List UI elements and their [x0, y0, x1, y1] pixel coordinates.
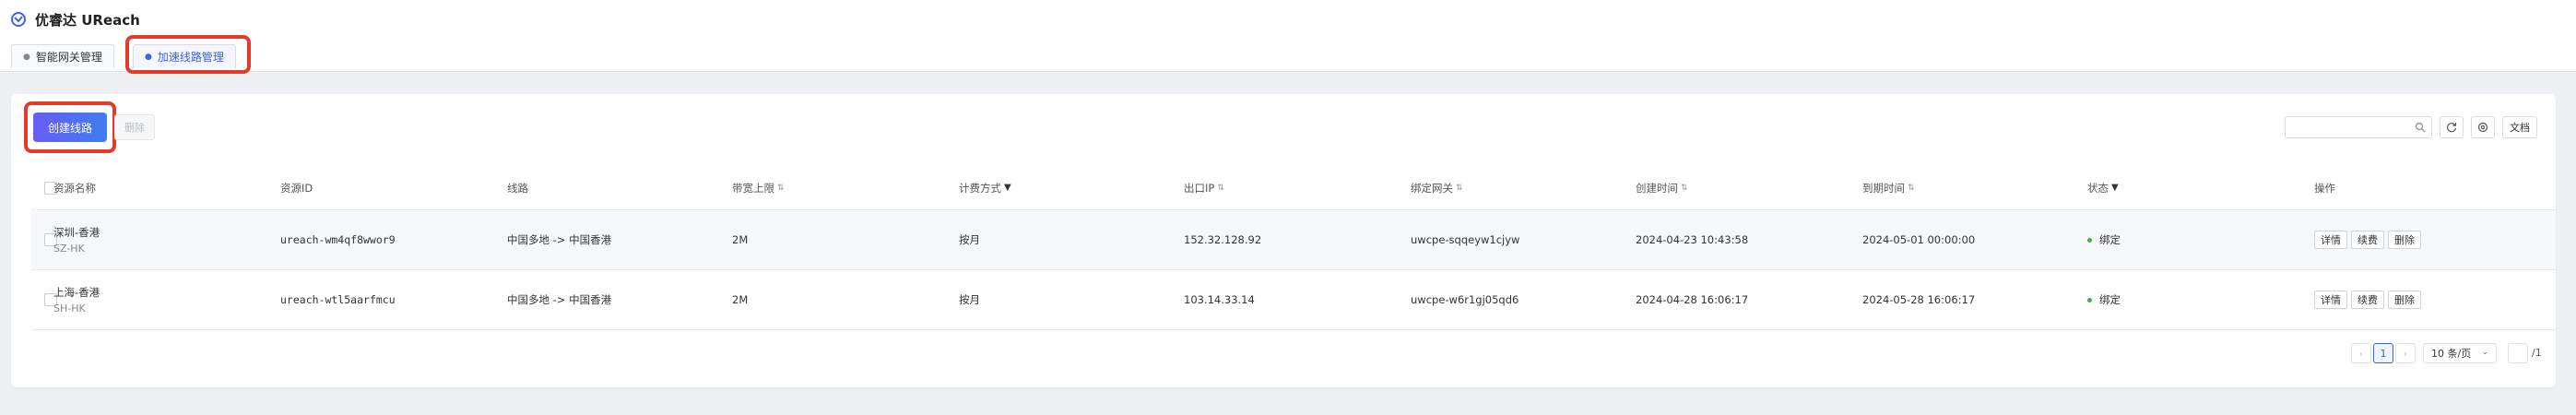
highlight-annotation-tab	[125, 35, 251, 74]
expires-time: 2024-05-28 16:06:17	[1862, 293, 1976, 306]
status-label: 绑定	[2099, 293, 2121, 306]
col-bandwidth-header[interactable]: 带宽上限 ⇅	[732, 166, 785, 209]
next-page-button[interactable]: ›	[2395, 343, 2416, 363]
col-created-header[interactable]: 创建时间 ⇅	[1636, 166, 1688, 209]
chevron-down-icon: ⌄	[2481, 348, 2488, 357]
egress-ip: 103.14.33.14	[1184, 293, 1255, 306]
brand: 优睿达 UReach	[11, 11, 140, 29]
details-button[interactable]: 详情	[2314, 231, 2347, 249]
sort-icon: ⇅	[1456, 183, 1463, 193]
col-route-header: 线路	[507, 181, 528, 195]
billing: 按月	[959, 293, 980, 306]
filter-icon: ▼	[1004, 183, 1011, 193]
status-dot-icon	[2087, 297, 2092, 302]
sort-icon: ⇅	[1681, 183, 1688, 193]
renew-button[interactable]: 续费	[2351, 290, 2384, 309]
top-bar: 优睿达 UReach ● 智能网关管理 ● 加速线路管理	[0, 0, 2576, 74]
search-icon[interactable]	[2415, 122, 2426, 133]
prev-page-button[interactable]: ‹	[2351, 343, 2371, 363]
col-name-header: 资源名称	[53, 181, 96, 195]
created-time: 2024-04-28 16:06:17	[1636, 293, 1749, 306]
status-badge: 绑定	[2087, 210, 2121, 269]
col-id-header: 资源ID	[280, 181, 313, 195]
main-panel: 创建线路 删除 文档 资源名称 资源ID 线路 带宽上限 ⇅ 计费方式 ▼ 出口IP…	[11, 94, 2556, 387]
resource-name[interactable]: 上海-香港	[53, 285, 100, 300]
row-delete-button[interactable]: 删除	[2388, 290, 2421, 309]
gear-icon	[2477, 122, 2488, 133]
table-row: 深圳-香港 SZ-HK ureach-wm4qf8wwor9 中国多地 -> 中…	[31, 210, 2556, 270]
docs-button[interactable]: 文档	[2502, 116, 2537, 138]
highlight-annotation-create	[24, 101, 116, 153]
row-delete-button[interactable]: 删除	[2388, 231, 2421, 249]
tab-gateway-management[interactable]: ● 智能网关管理	[11, 44, 114, 68]
egress-ip: 152.32.128.92	[1184, 233, 1262, 246]
status-badge: 绑定	[2087, 270, 2121, 329]
delete-button[interactable]: 删除	[114, 114, 155, 140]
status-label: 绑定	[2099, 233, 2121, 246]
resource-code: SH-HK	[53, 302, 86, 314]
renew-button[interactable]: 续费	[2351, 231, 2384, 249]
resource-name[interactable]: 深圳-香港	[53, 225, 100, 240]
row-actions: 详情 续费 删除	[2314, 210, 2425, 269]
billing: 按月	[959, 233, 980, 246]
gateway: uwcpe-sqqeyw1cjyw	[1411, 233, 1520, 246]
col-billing-header[interactable]: 计费方式 ▼	[959, 166, 1011, 209]
refresh-button[interactable]	[2440, 116, 2464, 138]
gateway: uwcpe-w6r1gj05qd6	[1411, 293, 1519, 306]
sort-icon: ⇅	[777, 183, 785, 193]
route: 中国多地 -> 中国香港	[507, 293, 612, 306]
details-button[interactable]: 详情	[2314, 290, 2347, 309]
app-title: 优睿达 UReach	[35, 11, 140, 29]
table-row: 上海-香港 SH-HK ureach-wtl5aarfmcu 中国多地 -> 中…	[31, 270, 2556, 330]
col-gateway-header[interactable]: 绑定网关 ⇅	[1411, 166, 1463, 209]
bandwidth: 2M	[732, 293, 749, 306]
table-header: 资源名称 资源ID 线路 带宽上限 ⇅ 计费方式 ▼ 出口IP ⇅ 绑定网关 ⇅ 创建时…	[31, 166, 2556, 210]
page-size-label: 10 条/页	[2431, 348, 2472, 360]
col-ip-header[interactable]: 出口IP ⇅	[1184, 166, 1224, 209]
refresh-icon	[2446, 123, 2457, 133]
expires-time: 2024-05-01 00:00:00	[1862, 233, 1976, 246]
resource-id: ureach-wtl5aarfmcu	[280, 293, 396, 306]
sort-icon: ⇅	[1217, 183, 1224, 193]
col-expires-header[interactable]: 到期时间 ⇅	[1862, 166, 1915, 209]
tab-dot-icon: ●	[23, 52, 30, 62]
route: 中国多地 -> 中国香港	[507, 233, 612, 246]
resource-code: SZ-HK	[53, 243, 85, 255]
created-time: 2024-04-23 10:43:58	[1636, 233, 1749, 246]
settings-button[interactable]	[2471, 116, 2495, 138]
current-page-button[interactable]: 1	[2373, 343, 2393, 363]
filter-icon: ▼	[2111, 183, 2119, 193]
resource-id: ureach-wm4qf8wwor9	[280, 233, 396, 246]
page-size-select[interactable]: 10 条/页 ⌄	[2423, 343, 2497, 363]
col-actions-header: 操作	[2314, 181, 2335, 195]
row-actions: 详情 续费 删除	[2314, 270, 2425, 329]
search-input[interactable]	[2285, 116, 2432, 138]
ureach-logo-icon	[11, 12, 26, 27]
lines-table: 资源名称 资源ID 线路 带宽上限 ⇅ 计费方式 ▼ 出口IP ⇅ 绑定网关 ⇅ 创建时…	[31, 166, 2556, 330]
total-pages: /1	[2532, 347, 2542, 359]
status-dot-icon	[2087, 237, 2092, 243]
sort-icon: ⇅	[1908, 183, 1915, 193]
tab-label: 智能网关管理	[35, 51, 102, 64]
bandwidth: 2M	[732, 233, 749, 246]
page-jump-input[interactable]	[2508, 343, 2528, 363]
col-status-header[interactable]: 状态 ▼	[2087, 166, 2119, 209]
